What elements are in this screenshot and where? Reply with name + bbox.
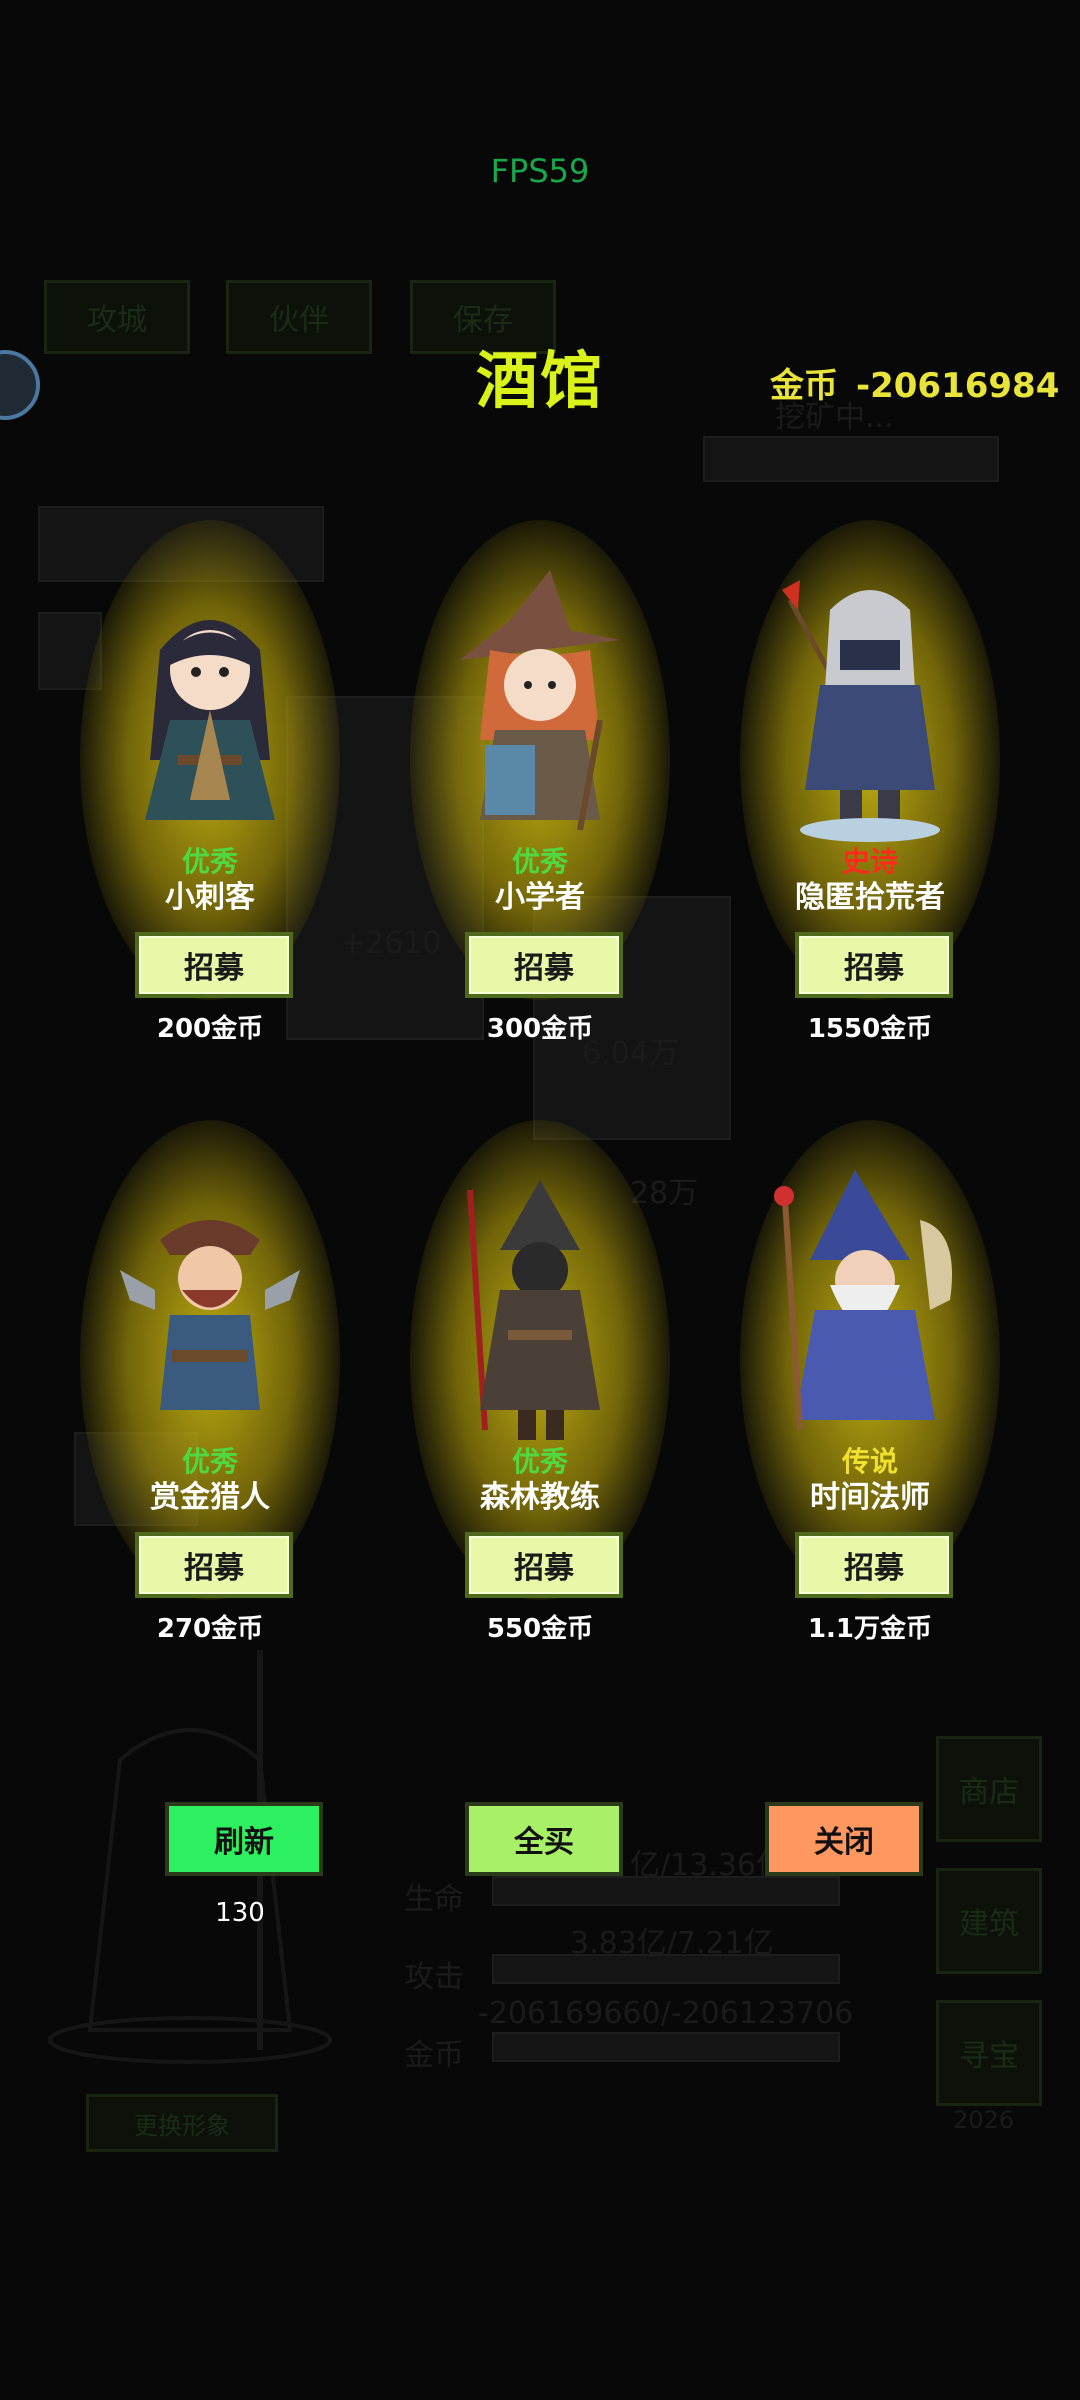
- hero-price: 1550金币: [807, 1014, 933, 1044]
- recruit-button[interactable]: 招募: [135, 1532, 293, 1598]
- hero-name: 森林教练: [480, 1480, 600, 1515]
- bg-stat-atk-value: 3.83亿/7.21亿: [570, 1926, 774, 1961]
- hero-name: 时间法师: [810, 1480, 930, 1515]
- recruit-button[interactable]: 招募: [135, 932, 293, 998]
- recruit-button[interactable]: 招募: [465, 932, 623, 998]
- hidden-scavenger-portrait: [782, 580, 940, 842]
- hero-card-time-mage: 传说 时间法师 招募 1.1万金币: [720, 1120, 1020, 1680]
- bg-tab-siege: 攻城: [44, 280, 190, 354]
- bg-stat-hp-label: 生命: [404, 1882, 464, 1917]
- hero-name: 赏金猎人: [150, 1480, 270, 1515]
- bg-tab-partner: 伙伴: [226, 280, 372, 354]
- hero-price: 1.1万金币: [807, 1614, 933, 1644]
- hero-card-bounty-hunter: 优秀 赏金猎人 招募 270金币: [60, 1120, 360, 1680]
- gold-value: -20616984: [856, 366, 1060, 406]
- page-title: 酒馆: [475, 344, 604, 417]
- bg-stat-gold-value: -206169660/-206123706: [478, 1996, 854, 2031]
- hero-price: 200金币: [156, 1014, 264, 1044]
- hero-card-forest-trainer: 优秀 森林教练 招募 550金币: [390, 1120, 690, 1680]
- hero-card-scholar: 优秀 小学者 招募 300金币: [390, 520, 690, 1080]
- hero-price: 550金币: [486, 1614, 594, 1644]
- bg-shop-button: 商店: [936, 1736, 1042, 1842]
- bg-stat-gold-bar: [492, 2032, 840, 2062]
- bg-change-look-button: 更换形象: [86, 2094, 278, 2152]
- bg-stat-hp-value: 亿/13.36亿: [630, 1848, 786, 1883]
- little-scholar-portrait: [460, 570, 620, 831]
- refresh-button[interactable]: 刷新: [165, 1802, 323, 1876]
- bg-stat-gold-label: 金币: [404, 2038, 464, 2073]
- hero-name: 小学者: [495, 880, 585, 915]
- little-assassin-portrait: [145, 620, 275, 820]
- gold-label: 金币: [770, 366, 838, 406]
- hero-name: 隐匿拾荒者: [795, 880, 945, 915]
- recruit-button[interactable]: 招募: [795, 932, 953, 998]
- hero-price: 300金币: [486, 1014, 594, 1044]
- bg-building-button: 建筑: [936, 1868, 1042, 1974]
- time-mage-portrait: [774, 1170, 952, 1431]
- forest-trainer-portrait: [467, 1180, 600, 1440]
- hero-card-scavenger: 史诗 隐匿拾荒者 招募 1550金币: [720, 520, 1020, 1080]
- buy-all-button[interactable]: 全买: [465, 1802, 623, 1876]
- close-button[interactable]: 关闭: [765, 1802, 923, 1876]
- bg-treasure-button: 寻宝: [936, 2000, 1042, 2106]
- recruit-button[interactable]: 招募: [465, 1532, 623, 1598]
- hero-card-assassin: 优秀 小刺客 招募 200金币: [60, 520, 360, 1080]
- bg-side-number: 2026: [953, 2106, 1015, 2134]
- hero-price: 270金币: [156, 1614, 264, 1644]
- hero-name: 小刺客: [165, 880, 255, 915]
- fps-counter: FPS59: [490, 152, 590, 190]
- bg-mining-bar: [703, 436, 999, 482]
- bounty-hunter-portrait: [120, 1220, 300, 1410]
- gold-display: 金币 -20616984: [770, 358, 1077, 407]
- bg-stat-atk-label: 攻击: [404, 1960, 464, 1995]
- recruit-button[interactable]: 招募: [795, 1532, 953, 1598]
- refresh-count: 130: [215, 1898, 265, 1928]
